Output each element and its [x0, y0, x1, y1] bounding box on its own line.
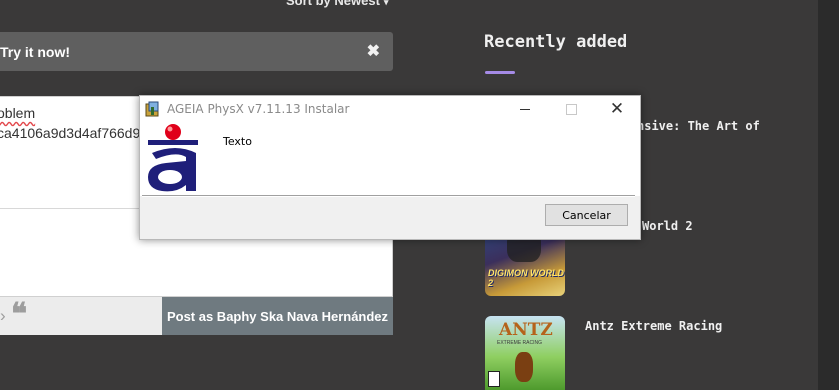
code-icon[interactable]: ›: [0, 306, 6, 326]
close-button[interactable]: ✕: [594, 96, 640, 122]
cover-logo-text: ANTZ: [499, 320, 553, 340]
dialog-message: Texto: [223, 135, 252, 148]
minimize-icon: [520, 108, 530, 110]
game-title-link[interactable]: nsive: The Art of: [637, 119, 760, 133]
dialog-title: AGEIA PhysX v7.11.13 Instalar: [167, 102, 350, 116]
sort-dropdown[interactable]: Sort by Newest ▾: [286, 0, 388, 8]
page-edge-strip: [818, 0, 839, 390]
dialog-titlebar[interactable]: AGEIA PhysX v7.11.13 Instalar ✕: [140, 96, 640, 122]
try-it-banner: Try it now! ✖: [0, 32, 393, 71]
game-thumbnail-antz[interactable]: ANTZ EXTREME RACING: [485, 316, 565, 390]
post-comment-button[interactable]: Post as Baphy Ska Nava Hernández: [162, 297, 393, 335]
cover-subtitle-text: EXTREME RACING: [497, 340, 543, 346]
dialog-body: Texto: [140, 122, 640, 196]
recently-added-heading: Recently added: [484, 32, 628, 52]
try-it-text[interactable]: Try it now!: [0, 44, 70, 60]
maximize-button[interactable]: [548, 96, 594, 122]
rating-badge-icon: [488, 371, 500, 387]
quote-icon[interactable]: ❝: [11, 300, 27, 330]
ageia-logo: [146, 123, 206, 193]
installer-dialog: AGEIA PhysX v7.11.13 Instalar ✕ Texto Ca…: [139, 95, 641, 240]
comment-toolbar: › ❝: [0, 297, 162, 335]
cover-logo-text: DIGIMON WORLD 2: [488, 268, 564, 288]
chevron-down-icon: ▾: [383, 0, 389, 7]
comment-text-line: oblem: [0, 105, 36, 121]
cancel-button[interactable]: Cancelar: [545, 204, 628, 226]
maximize-icon: [565, 103, 577, 115]
game-title-link[interactable]: World 2: [642, 219, 693, 233]
sort-label-text: Sort by Newest: [286, 0, 380, 8]
minimize-button[interactable]: [502, 96, 548, 122]
cover-art-figure: [515, 352, 533, 382]
game-title-link[interactable]: Antz Extreme Racing: [585, 319, 722, 333]
heading-underline: [485, 71, 515, 74]
installer-icon: [145, 101, 159, 117]
dialog-separator-highlight: [142, 196, 635, 197]
close-icon[interactable]: ✖: [367, 41, 380, 61]
comment-text-line: ca4106a9d3d4af766d9: [0, 125, 141, 141]
